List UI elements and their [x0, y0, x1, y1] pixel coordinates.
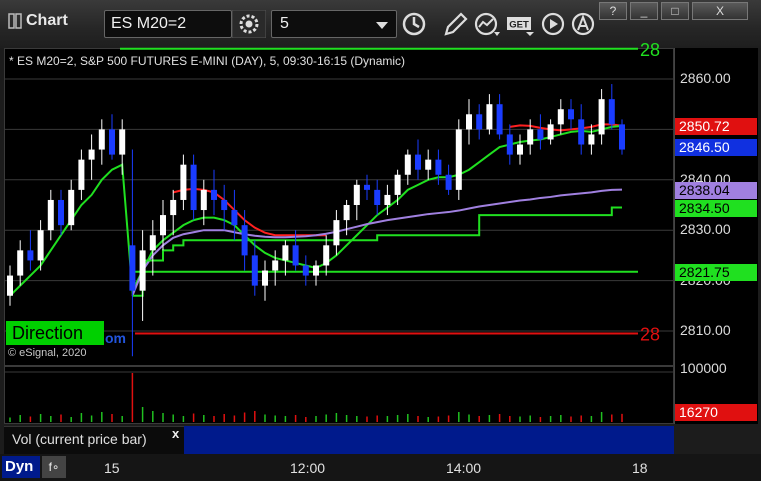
candle-body	[425, 159, 432, 170]
price-tag: 2846.50	[675, 139, 757, 157]
candle-body	[119, 129, 126, 155]
candle-body	[619, 124, 625, 150]
candle-body	[343, 205, 350, 221]
volume-label-strip	[184, 426, 674, 454]
candle-body	[58, 199, 64, 226]
candle-body	[88, 149, 95, 160]
y-tick-label: 2830.00	[680, 221, 731, 238]
price-tag: 2850.72	[675, 117, 757, 135]
candle-body	[47, 199, 54, 231]
y-tick-label: 2860.00	[680, 70, 731, 86]
candle-body	[272, 260, 279, 271]
price-tag: 2838.04	[675, 181, 757, 199]
candle-body	[221, 199, 228, 211]
x-tick-label: 15	[104, 460, 120, 476]
candle-body	[241, 225, 248, 256]
candle-body	[568, 109, 574, 120]
candle-body	[527, 129, 534, 145]
candle-body	[68, 189, 75, 226]
x-tick-label: 18	[632, 460, 648, 476]
candle-body	[323, 245, 330, 266]
candle-body	[262, 270, 268, 286]
chart-header: * ES M20=2, S&P 500 FUTURES E-MINI (DAY)…	[9, 54, 406, 68]
candle-body	[404, 154, 411, 175]
candle-body	[333, 220, 340, 246]
candle-body	[547, 124, 554, 140]
candle-body	[37, 230, 44, 261]
candle-body	[374, 189, 381, 205]
level-label-red: 28	[640, 325, 660, 345]
candle-body	[394, 174, 401, 195]
candle-body	[466, 114, 472, 130]
copyright: © eSignal, 2020	[8, 347, 87, 359]
candle-body	[578, 119, 585, 145]
candle-body	[486, 104, 493, 130]
candle-body	[384, 194, 391, 205]
candle-body	[17, 250, 24, 276]
direction-label: Direction	[6, 321, 104, 345]
candle-body	[149, 235, 156, 251]
candle-body	[139, 250, 146, 291]
candle-body	[190, 164, 197, 211]
volume-label: Vol (current price bar)	[12, 431, 147, 447]
candle-body	[313, 265, 319, 276]
price-tag: 2834.50	[675, 199, 757, 217]
candle-body	[170, 199, 177, 216]
candle-body	[98, 129, 105, 150]
candle-body	[476, 114, 483, 130]
candle-body	[364, 184, 370, 190]
candle-body	[353, 184, 360, 205]
formula-button[interactable]: f∘	[42, 456, 66, 478]
candle-body	[557, 109, 564, 125]
candle-body	[129, 245, 136, 291]
volume-panel[interactable]	[4, 366, 674, 424]
level-label-top: 28	[640, 40, 660, 60]
candle-body	[27, 250, 34, 261]
y-tick-label: 2810.00	[680, 322, 731, 338]
candle-body	[506, 134, 513, 155]
candle-body	[251, 255, 258, 286]
candle-body	[517, 144, 523, 155]
candle-body	[598, 99, 605, 135]
candle-body	[78, 159, 85, 190]
candle-body	[200, 189, 207, 211]
volume-tick: 100000	[680, 360, 727, 376]
x-tick-label: 14:00	[446, 460, 482, 476]
price-tag: 2821.75	[675, 263, 757, 281]
candle-body	[7, 275, 13, 296]
candle-body	[608, 99, 615, 125]
candle-body	[455, 129, 462, 190]
candle-body	[445, 174, 452, 190]
candle-body	[537, 129, 544, 140]
close-icon[interactable]: x	[172, 426, 179, 441]
chart-window: Chart ES M20=2 5 GET ? _ □ X 28 28 * ES …	[0, 0, 761, 481]
candle-body	[292, 245, 299, 266]
candle-body	[302, 265, 309, 276]
candle-body	[231, 210, 238, 226]
candle-body	[588, 134, 595, 145]
candle-body	[435, 159, 442, 175]
candle-body	[109, 129, 115, 155]
candle-body	[211, 189, 217, 200]
candle-body	[496, 104, 503, 135]
series-line-3	[132, 206, 622, 297]
candle-body	[282, 245, 289, 261]
dynamic-button[interactable]: Dyn	[2, 456, 40, 478]
candle-body	[415, 154, 421, 170]
copyright-tail: om	[105, 330, 126, 346]
candle-body	[160, 215, 166, 236]
candle-body	[180, 164, 187, 200]
x-tick-label: 12:00	[290, 460, 326, 476]
volume-tag: 16270	[675, 404, 757, 421]
